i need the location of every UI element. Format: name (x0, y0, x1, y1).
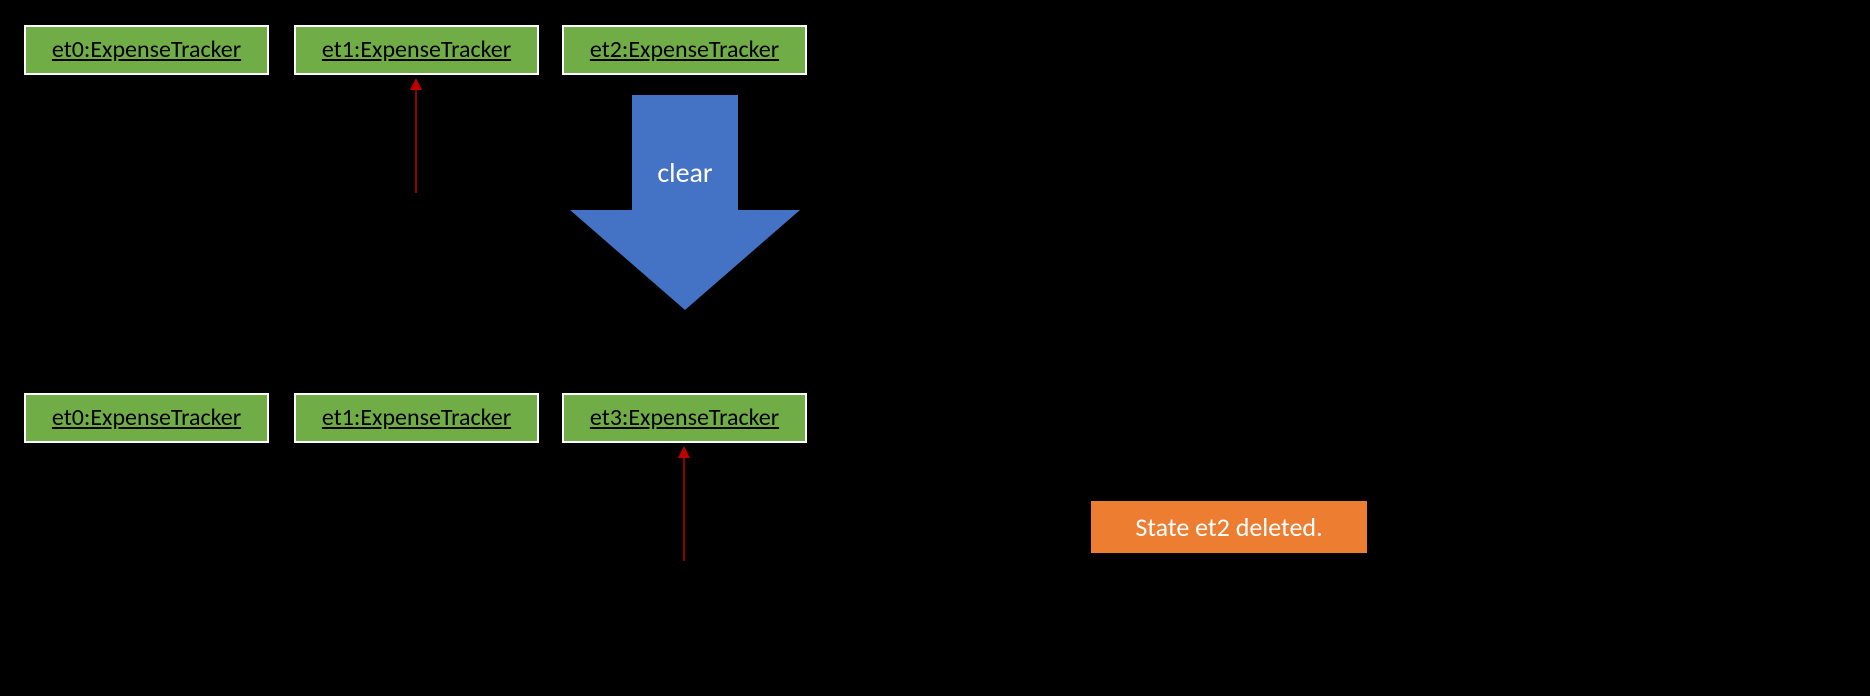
status-badge: State et2 deleted. (1091, 501, 1367, 553)
transition-arrow-label: clear (645, 155, 725, 190)
transition-arrow-icon (570, 95, 800, 310)
current-state-arrow-top-icon (406, 78, 426, 193)
object-box-et0-bottom: et0:ExpenseTracker (24, 393, 269, 443)
object-box-et2-top: et2:ExpenseTracker (562, 25, 807, 75)
object-box-et0-top: et0:ExpenseTracker (24, 25, 269, 75)
object-box-et1-top: et1:ExpenseTracker (294, 25, 539, 75)
current-state-arrow-bottom-icon (674, 446, 694, 561)
object-box-et3-bottom: et3:ExpenseTracker (562, 393, 807, 443)
object-box-et1-bottom: et1:ExpenseTracker (294, 393, 539, 443)
